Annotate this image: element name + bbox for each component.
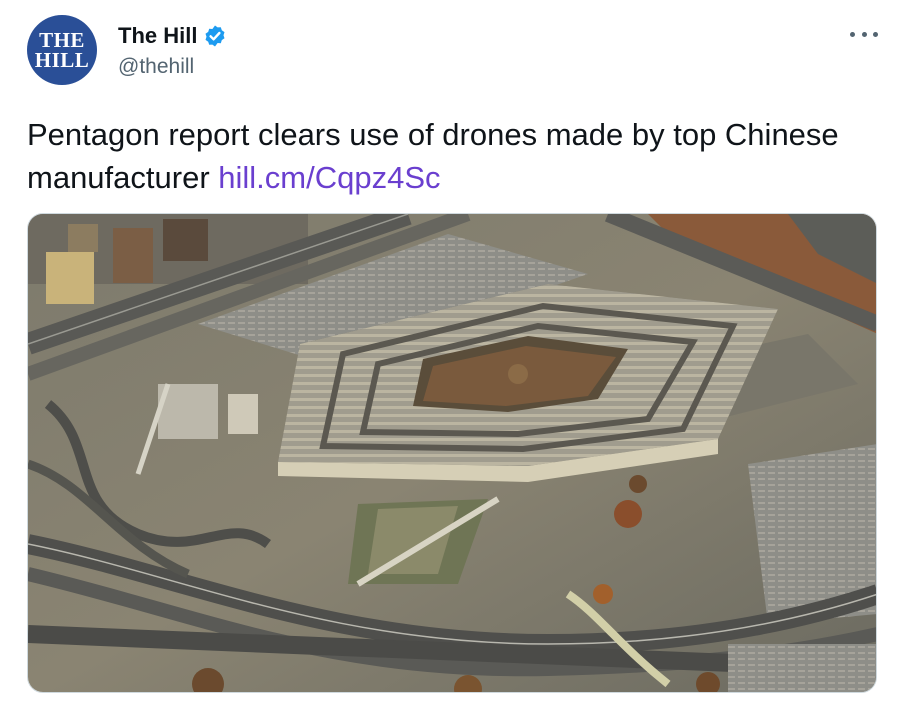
avatar-text-line2: HILL	[34, 48, 90, 72]
dot	[873, 31, 878, 37]
tweet-link[interactable]: hill.cm/Cqpz4Sc	[218, 160, 440, 195]
dot	[861, 31, 867, 37]
aerial-photo	[28, 214, 876, 692]
handle[interactable]: @thehill	[118, 55, 194, 79]
display-name[interactable]: The Hill	[118, 23, 197, 49]
avatar-text-line1: THE	[39, 28, 85, 52]
tweet-text: Pentagon report clears use of drones mad…	[27, 113, 877, 199]
author-name-row: The Hill	[118, 22, 227, 50]
dot	[850, 31, 855, 37]
verified-badge-icon	[203, 24, 227, 48]
more-options-icon[interactable]	[850, 24, 878, 44]
tweet-media-image[interactable]	[27, 213, 877, 693]
avatar[interactable]: THE HILL	[27, 15, 97, 85]
